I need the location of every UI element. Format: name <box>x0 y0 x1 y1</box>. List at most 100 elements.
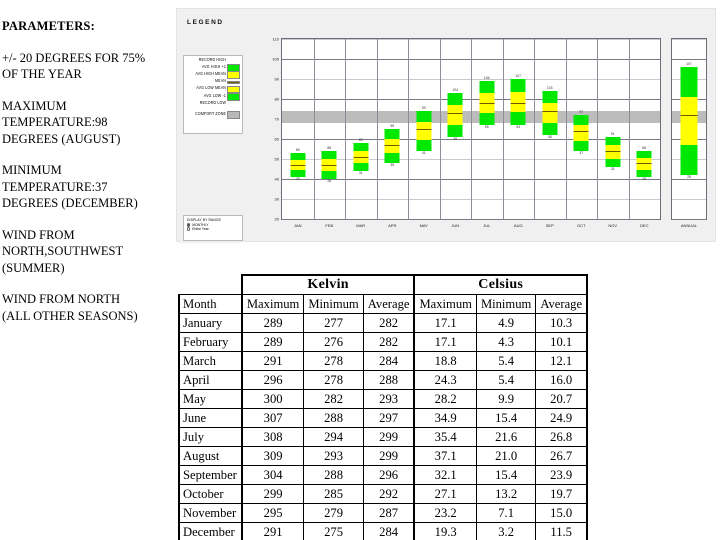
radio-dot-icon <box>187 227 191 231</box>
climate-data-table: Kelvin Celsius Month Maximum Minimum Ave… <box>178 274 589 540</box>
parameter-line: DEGREES (DECEMBER) <box>2 196 138 210</box>
chart-bar[interactable]: 104 48 <box>447 88 463 141</box>
chart-x-tick-label: OCT <box>577 223 586 228</box>
chart-x-tick-label: NOV <box>608 223 618 228</box>
chart-x-tick-label: JAN <box>293 223 302 228</box>
chart-record-high-label: 85 <box>295 148 300 152</box>
table-cell-month: March <box>178 351 243 371</box>
chart-x-tick-label: AUG <box>513 223 523 228</box>
table-cell-value: 300 <box>240 389 305 409</box>
table-cell-value: 34.9 <box>413 408 477 428</box>
column-header-celsius-minimum: Minimum <box>475 294 537 314</box>
table-head: Kelvin Celsius Month Maximum Minimum Ave… <box>178 274 589 314</box>
chart-gridline-vertical <box>471 39 472 219</box>
parameter-block-min-temperature: MINIMUM TEMPERATURE:37 DEGREES (DECEMBER… <box>2 162 174 212</box>
table-cell-value: 15.0 <box>535 503 589 523</box>
chart-record-low-label: 29 <box>295 177 300 181</box>
parameter-block-wind-other: WIND FROM NORTH (ALL OTHER SEASONS) <box>2 291 174 324</box>
table-cell-value: 282 <box>362 332 416 352</box>
table-row: July 308 294 299 35.4 21.6 26.8 <box>178 427 589 447</box>
table-cell-value: 37.1 <box>413 446 477 466</box>
chart-gridline-vertical <box>376 39 378 219</box>
display-by-range-label: DISPLAY BY RANGE <box>187 218 222 222</box>
chart-record-high-label: 86 <box>327 146 332 150</box>
chart-record-high-label: 107 <box>515 74 522 78</box>
monthly-plot-frame[interactable]: 20 30 40 50 60 70 80 90 100 110 85 29 JAN 86 28 FEB 89 31… <box>272 37 661 228</box>
table-cell-value: 13.2 <box>475 484 537 504</box>
chart-bar[interactable]: 89 31 <box>353 138 369 175</box>
chart-bar[interactable]: 97 37 <box>573 110 589 155</box>
chart-bar[interactable]: 99 41 <box>416 106 432 155</box>
parameters-panel: PARAMETERS: +/- 20 DEGREES FOR 75% OF TH… <box>2 18 174 339</box>
chart-x-tick-label: JUL <box>483 223 491 228</box>
table-cell-value: 309 <box>240 446 305 466</box>
table-cell-value: 26.7 <box>535 446 589 466</box>
group-header-kelvin: Kelvin <box>240 274 416 295</box>
chart-record-high-label: 99 <box>421 106 426 110</box>
table-body: January 289 277 282 17.1 4.9 10.3 February 289 27… <box>178 313 589 540</box>
table-cell-value: 19.7 <box>535 484 589 504</box>
group-header-empty <box>179 275 242 295</box>
chart-record-low-label: 48 <box>547 135 552 139</box>
chart-gridline-vertical <box>345 39 346 219</box>
legend-swatch-icon <box>229 100 240 106</box>
chart-y-tick-label: 30 <box>274 196 279 202</box>
chart-bar[interactable]: 103 48 <box>542 86 558 139</box>
chart-bar[interactable]: 85 29 <box>290 148 306 181</box>
display-by-range-group[interactable]: DISPLAY BY RANGE MONTHLY Entire Year <box>183 215 243 241</box>
legend-item: RECORD HIGH <box>184 56 242 63</box>
chart-bar[interactable]: 86 28 <box>636 146 652 181</box>
table-row: January 289 277 282 17.1 4.9 10.3 <box>178 313 589 333</box>
column-header-kelvin-minimum: Minimum <box>303 294 364 314</box>
legend-item: AVG LOW MEAN <box>184 85 242 94</box>
parameters-heading-block: PARAMETERS: <box>2 18 174 35</box>
chart-gridline-horizontal <box>672 39 706 40</box>
table-cell-value: 304 <box>240 465 305 485</box>
table-cell-value: 35.4 <box>413 427 477 447</box>
parameter-block-max-temperature: MAXIMUM TEMPERATURE:98 DEGREES (AUGUST) <box>2 98 174 148</box>
table-cell-value: 299 <box>240 484 305 504</box>
chart-bar[interactable]: 106 55 <box>479 76 495 129</box>
annual-plot-frame[interactable]: 107 28 ANNUAL <box>671 38 707 228</box>
chart-record-low-label: 31 <box>358 171 363 175</box>
chart-x-tick-label: MAY <box>419 223 428 228</box>
chart-gridline-vertical <box>408 39 409 219</box>
chart-bar[interactable]: 107 28 <box>680 62 698 179</box>
chart-x-tick-label: SEP <box>545 223 554 228</box>
chart-gridline-horizontal <box>672 59 706 60</box>
chart-gridline-horizontal <box>672 219 706 220</box>
legend-item-label: AVG HIGH MEAN <box>195 71 226 77</box>
table-cell-value: 20.7 <box>535 389 589 409</box>
chart-bar[interactable]: 107 54 <box>510 74 526 129</box>
chart-bar-inner-range <box>573 125 589 141</box>
table-cell-month: October <box>178 484 243 504</box>
table-cell-value: 278 <box>303 370 364 390</box>
chart-bar[interactable]: 95 35 <box>384 124 400 167</box>
table-row: June 307 288 297 34.9 15.4 24.9 <box>178 408 589 428</box>
chart-bar-mean-line <box>479 103 495 104</box>
table-cell-value: 28.2 <box>413 389 477 409</box>
table-cell-value: 307 <box>240 408 305 428</box>
chart-bar-mean-line <box>447 113 463 114</box>
table-cell-value: 15.4 <box>475 408 537 428</box>
legend-item: RECORD LOW <box>184 99 242 106</box>
chart-bar[interactable]: 86 28 <box>321 146 337 183</box>
legend-item-label: AVG LOW -1 <box>203 93 226 98</box>
table-cell-month: December <box>178 522 243 540</box>
table-cell-value: 17.1 <box>413 313 477 333</box>
legend-item-label: RECORD HIGH <box>198 57 226 62</box>
table-cell-value: 9.9 <box>475 389 537 409</box>
parameter-line: WIND FROM NORTH <box>2 292 120 306</box>
chart-bar-inner-range <box>447 105 463 125</box>
chart-bar-mean-line <box>542 111 558 112</box>
chart-gridline-vertical <box>313 39 315 219</box>
table-cell-value: 7.1 <box>475 503 537 523</box>
chart-gridline-horizontal <box>672 179 706 180</box>
chart-bar[interactable]: 91 31 <box>605 132 621 171</box>
chart-gridline-vertical <box>502 39 504 219</box>
chart-x-tick-label: DEC <box>640 223 649 228</box>
table-cell-value: 278 <box>303 351 364 371</box>
parameter-line: +/- 20 DEGREES FOR 75% <box>2 50 146 65</box>
chart-record-high-label: 103 <box>546 86 553 90</box>
radio-option-entire-year[interactable]: Entire Year <box>187 227 242 231</box>
